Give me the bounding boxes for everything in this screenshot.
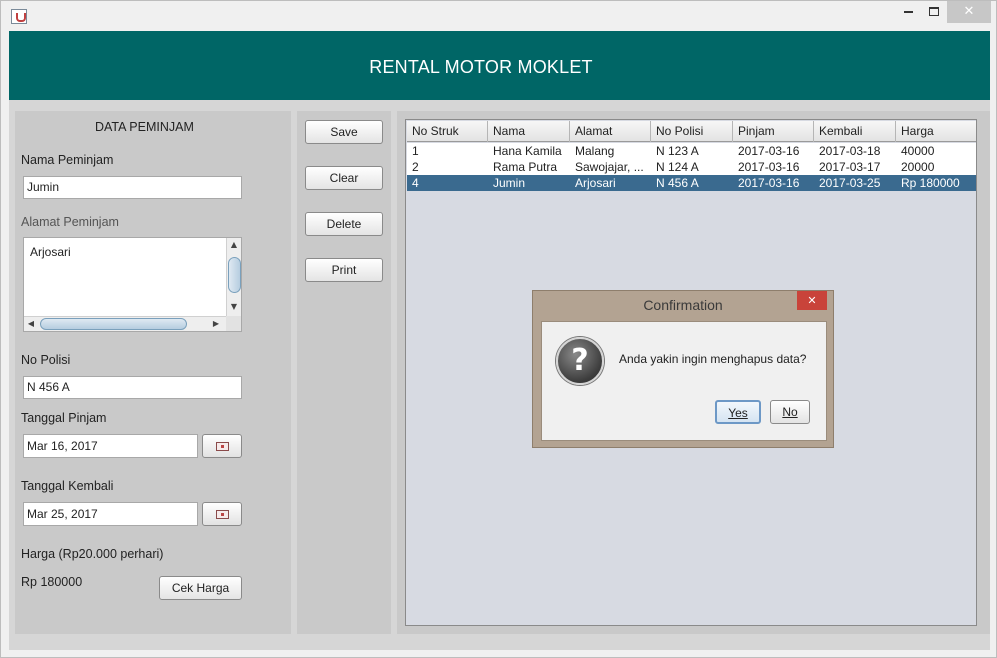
nopol-label: No Polisi: [21, 353, 71, 367]
table-header: No Struk Nama Alamat No Polisi Pinjam Ke…: [407, 121, 976, 142]
table-cell: 2017-03-25: [819, 176, 881, 190]
table-cell: 2017-03-16: [738, 176, 800, 190]
alamat-vertical-scrollbar[interactable]: ▲ ▼: [226, 238, 241, 316]
scroll-down-arrow-icon[interactable]: ▼: [228, 302, 240, 311]
horizontal-scroll-thumb[interactable]: [40, 318, 187, 330]
table-cell: Jumin: [493, 176, 526, 190]
save-button[interactable]: Save: [305, 120, 383, 144]
maximize-button[interactable]: [923, 1, 945, 23]
scroll-left-arrow-icon[interactable]: ◀: [25, 319, 37, 328]
table-cell: Arjosari: [575, 176, 616, 190]
scroll-corner: [226, 316, 241, 331]
tanggal-pinjam-calendar-button[interactable]: [202, 434, 242, 458]
alamat-text: Arjosari: [30, 245, 71, 259]
column-header[interactable]: Alamat: [570, 121, 651, 142]
alamat-label: Alamat Peminjam: [21, 215, 119, 229]
calendar-icon: [216, 442, 229, 451]
tanggal-pinjam-input[interactable]: Mar 16, 2017: [23, 434, 198, 458]
tanggal-kembali-input[interactable]: Mar 25, 2017: [23, 502, 198, 526]
no-button[interactable]: No: [770, 400, 810, 424]
yes-button[interactable]: Yes: [715, 400, 761, 424]
app-header: RENTAL MOTOR MOKLET: [9, 31, 990, 100]
dialog-message: Anda yakin ingin menghapus data?: [619, 352, 807, 366]
borrower-form-panel: DATA PEMINJAM Nama Peminjam Jumin Alamat…: [15, 111, 291, 634]
java-app-icon: [11, 9, 27, 24]
table-cell: 2017-03-18: [819, 144, 881, 158]
scroll-up-arrow-icon[interactable]: ▲: [228, 240, 240, 249]
table-cell: N 456 A: [656, 176, 699, 190]
calendar-icon: [216, 510, 229, 519]
harga-value: Rp 180000: [21, 575, 83, 589]
alamat-horizontal-scrollbar[interactable]: ◀ ▶: [24, 316, 227, 331]
column-header[interactable]: Harga: [896, 121, 976, 142]
window-titlebar: ✕: [0, 0, 997, 31]
table-cell: Rp 180000: [901, 176, 960, 190]
minimize-button[interactable]: [897, 1, 919, 23]
dialog-close-button[interactable]: ✕: [797, 291, 827, 310]
app-title: RENTAL MOTOR MOKLET: [369, 57, 593, 77]
tanggal-pinjam-label: Tanggal Pinjam: [21, 411, 107, 425]
nama-input[interactable]: Jumin: [23, 176, 242, 199]
scroll-right-arrow-icon[interactable]: ▶: [210, 319, 222, 328]
main-window: RENTAL MOTOR MOKLET DATA PEMINJAM Nama P…: [0, 31, 997, 658]
no-label: No: [782, 405, 798, 419]
alamat-textarea[interactable]: Arjosari ▲ ▼ ◀ ▶: [23, 237, 242, 332]
table-cell: 1: [412, 144, 419, 158]
table-cell: 40000: [901, 144, 935, 158]
tanggal-kembali-label: Tanggal Kembali: [21, 479, 114, 493]
table-cell: 2: [412, 160, 419, 174]
yes-label: Yes: [728, 406, 748, 420]
table-row[interactable]: 2 Rama Putra Sawojajar, ... N 124 A 2017…: [407, 159, 976, 175]
confirmation-dialog: Confirmation ✕ ? Anda yakin ingin mengha…: [532, 290, 834, 448]
table-cell: 2017-03-16: [738, 160, 800, 174]
table-cell: 2017-03-17: [819, 160, 881, 174]
column-header[interactable]: Kembali: [814, 121, 896, 142]
dialog-body: ? Anda yakin ingin menghapus data? Yes N…: [541, 321, 827, 441]
table-cell: N 124 A: [656, 160, 699, 174]
column-header[interactable]: No Struk: [407, 121, 488, 142]
table-cell: Hana Kamila: [493, 144, 562, 158]
column-header[interactable]: Nama: [488, 121, 570, 142]
table-cell: N 123 A: [656, 144, 699, 158]
table-row-selected[interactable]: 4 Jumin Arjosari N 456 A 2017-03-16 2017…: [407, 175, 976, 191]
nopol-input[interactable]: N 456 A: [23, 376, 242, 399]
tanggal-kembali-calendar-button[interactable]: [202, 502, 242, 526]
clear-button[interactable]: Clear: [305, 166, 383, 190]
table-cell: Rama Putra: [493, 160, 558, 174]
table-cell: Malang: [575, 144, 615, 158]
content-area: DATA PEMINJAM Nama Peminjam Jumin Alamat…: [9, 100, 990, 650]
table-row[interactable]: 1 Hana Kamila Malang N 123 A 2017-03-16 …: [407, 143, 976, 159]
dialog-title: Confirmation: [643, 297, 723, 313]
question-icon: ?: [556, 337, 604, 385]
harga-label: Harga (Rp20.000 perhari): [21, 547, 164, 561]
nama-label: Nama Peminjam: [21, 153, 114, 167]
vertical-scroll-thumb[interactable]: [228, 257, 241, 293]
column-header[interactable]: No Polisi: [651, 121, 733, 142]
actions-panel: Save Clear Delete Print: [297, 111, 391, 634]
table-cell: Sawojajar, ...: [575, 160, 644, 174]
table-cell: 20000: [901, 160, 935, 174]
delete-button[interactable]: Delete: [305, 212, 383, 236]
print-button[interactable]: Print: [305, 258, 383, 282]
table-cell: 4: [412, 176, 419, 190]
column-header[interactable]: Pinjam: [733, 121, 814, 142]
table-cell: 2017-03-16: [738, 144, 800, 158]
close-window-button[interactable]: ✕: [947, 1, 991, 23]
cek-harga-button[interactable]: Cek Harga: [159, 576, 242, 600]
form-section-title: DATA PEMINJAM: [95, 120, 194, 134]
